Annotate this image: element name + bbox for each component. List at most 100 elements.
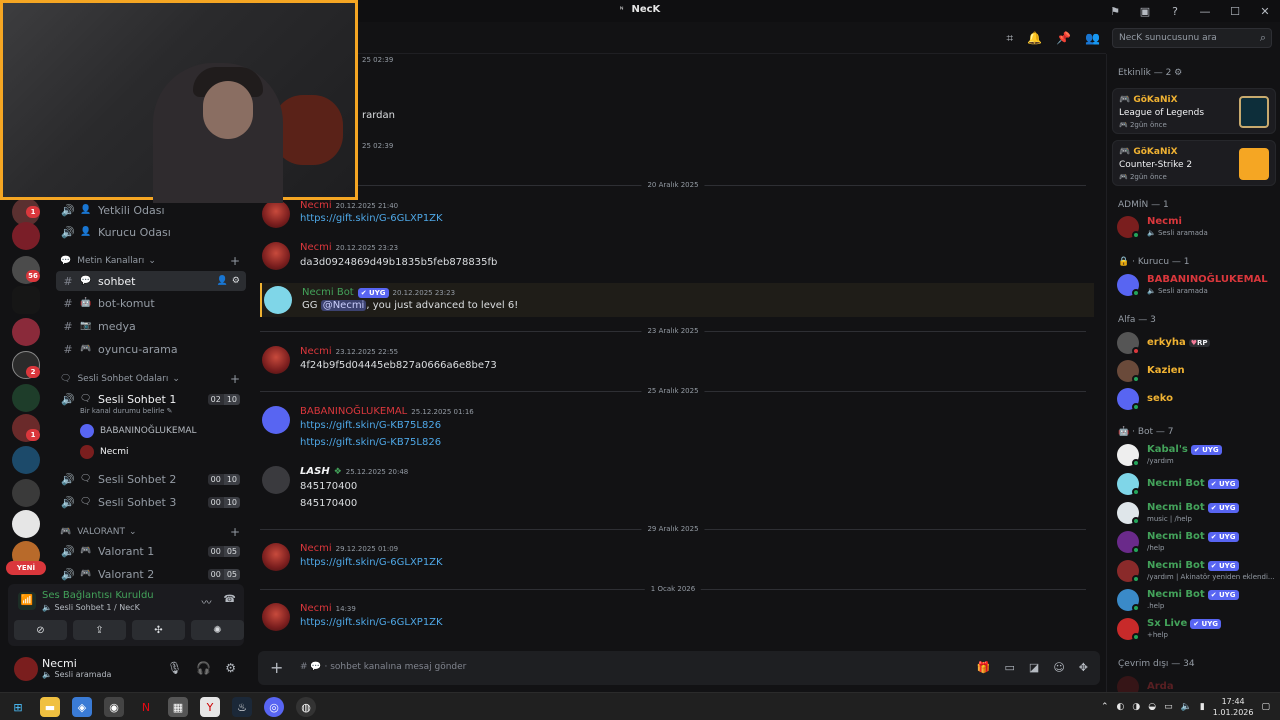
windows-start-icon[interactable]: ⊞ xyxy=(8,697,28,717)
server-icon[interactable] xyxy=(12,446,40,474)
member-item[interactable]: Necmi Bot ✔ UYG /yardım | Akinatör yenide… xyxy=(1117,560,1277,586)
steam-icon[interactable]: ♨ xyxy=(232,697,252,717)
netflix-icon[interactable]: N xyxy=(136,697,156,717)
message[interactable]: BABANINOĞLUKEMAL 25.12.2025 01:16 https:/… xyxy=(262,406,1092,452)
help-icon[interactable]: ? xyxy=(1160,0,1190,22)
copilot-icon[interactable]: ◈ xyxy=(72,697,92,717)
gear-icon[interactable]: ⚙ xyxy=(1174,68,1182,78)
channel-sesli-sohbet-3[interactable]: 🔊 🗨 Sesli Sohbet 3 00 10 xyxy=(56,492,246,512)
channel-medya[interactable]: # 📷 medya xyxy=(56,316,246,336)
member-item[interactable]: Necmi Bot ✔ UYG /help xyxy=(1117,531,1277,557)
message-author[interactable]: Necmi xyxy=(300,346,332,357)
server-icon[interactable] xyxy=(12,222,40,250)
voice-user[interactable]: BABANINOĞLUKEMAL xyxy=(80,424,197,438)
channel-status-hint[interactable]: Bir kanal durumu belirle ✎ xyxy=(80,407,173,415)
voice-status-title[interactable]: Ses Bağlantısı Kuruldu xyxy=(42,590,154,601)
member-item[interactable]: Sx Live ✔ UYG +help xyxy=(1117,618,1277,644)
category-text-channels[interactable]: 💬 Metin Kanalları ⌄ + xyxy=(60,254,246,268)
message-link[interactable]: https://gift.skin/G-6GLXP1ZK xyxy=(300,213,443,224)
channel-yetkili-odasi[interactable]: 🔊 👤 Yetkili Odası xyxy=(56,200,246,220)
pin-icon[interactable]: 📌 xyxy=(1056,31,1071,46)
avatar[interactable] xyxy=(262,346,290,374)
server-icon[interactable] xyxy=(12,479,40,507)
invite-icon[interactable]: 👤 xyxy=(217,276,228,286)
message[interactable]: LASH ❖ 25.12.2025 20:48 845170400 84517040… xyxy=(262,466,1092,512)
obs-icon[interactable]: ◍ xyxy=(296,697,316,717)
avatar[interactable] xyxy=(14,657,38,681)
headphones-icon[interactable]: 🎧 xyxy=(196,661,211,675)
member-item[interactable]: Necmi Bot ✔ UYG music | /help xyxy=(1117,502,1277,528)
notification-icon[interactable]: ▢ xyxy=(1261,702,1270,712)
server-icon[interactable] xyxy=(12,384,40,412)
tray-icon[interactable]: ◑ xyxy=(1132,702,1140,712)
message-link[interactable]: https://gift.skin/G-6GLXP1ZK xyxy=(300,557,443,568)
threads-icon[interactable]: ⌗ xyxy=(1006,31,1013,46)
add-attachment-icon[interactable]: + xyxy=(270,658,283,677)
members-icon[interactable]: 👥 xyxy=(1085,31,1100,46)
channel-valorant-2[interactable]: 🔊 🎮 Valorant 2 00 05 xyxy=(56,564,246,584)
activity-card[interactable]: 🎮 GöKaNiX Counter-Strike 2 🎮 2gün önce xyxy=(1112,140,1276,186)
member-item[interactable]: seko xyxy=(1117,388,1277,414)
microphone-icon[interactable]: 🎙 xyxy=(167,661,182,675)
avatar[interactable] xyxy=(262,406,290,434)
member-item[interactable]: Kabal's ✔ UYG /yardım xyxy=(1117,444,1277,470)
search-input[interactable]: NecK sunucusunu ara ⌕ xyxy=(1112,28,1272,48)
app-icon[interactable]: ◉ xyxy=(104,697,124,717)
gif-icon[interactable]: ▭ xyxy=(1005,661,1015,674)
minimize-icon[interactable]: — xyxy=(1190,0,1220,22)
server-icon[interactable] xyxy=(12,510,40,538)
channel-valorant-1[interactable]: 🔊 🎮 Valorant 1 00 05 xyxy=(56,541,246,561)
message-author[interactable]: Necmi xyxy=(300,242,332,253)
message[interactable]: Necmi 29.12.2025 01:09 https://gift.skin/… xyxy=(262,543,1092,571)
camera-off-button[interactable]: ⊘ xyxy=(14,620,67,640)
voice-user[interactable]: Necmi xyxy=(80,445,129,459)
volume-icon[interactable]: 🔈 xyxy=(1181,702,1192,712)
user-mention[interactable]: @Necmi xyxy=(320,300,367,311)
message[interactable]: Necmi 23.12.2025 22:55 4f24b9f5d04445eb82… xyxy=(262,346,1092,374)
message-link[interactable]: https://gift.skin/G-6GLXP1ZK xyxy=(300,617,443,628)
soundboard-button[interactable]: ✺ xyxy=(191,620,244,640)
avatar[interactable] xyxy=(262,200,290,228)
member-item[interactable]: Necmi 🔈 Sesli aramada xyxy=(1117,216,1277,242)
store-icon[interactable]: ▦ xyxy=(168,697,188,717)
user-name[interactable]: Necmi xyxy=(42,657,77,670)
apps-icon[interactable]: ✥ xyxy=(1079,661,1088,674)
member-item[interactable]: Necmi Bot ✔ UYG .help xyxy=(1117,589,1277,615)
member-item[interactable]: Kazien xyxy=(1117,360,1277,386)
tray-icon[interactable]: ◐ xyxy=(1117,702,1125,712)
channel-oyuncu-arama[interactable]: # 🎮 oyuncu-arama xyxy=(56,339,246,359)
member-item[interactable]: Necmi Bot ✔ UYG xyxy=(1117,473,1277,499)
avatar[interactable] xyxy=(262,603,290,631)
member-item[interactable]: erkyha ♥RP xyxy=(1117,332,1277,358)
member-item[interactable]: BABANINOĞLUKEMAL 🔈 Sesli aramada xyxy=(1117,274,1277,300)
message-author[interactable]: Necmi xyxy=(300,200,332,211)
chevron-up-icon[interactable]: ⌃ xyxy=(1101,702,1109,712)
gear-icon[interactable]: ⚙ xyxy=(225,661,236,675)
emoji-icon[interactable]: ☺ xyxy=(1053,661,1064,674)
channel-bot-komut[interactable]: # 🤖 bot-komut xyxy=(56,293,246,313)
message-author[interactable]: BABANINOĞLUKEMAL xyxy=(300,406,407,417)
channel-sohbet[interactable]: # 💬 sohbet 👤 ⚙ xyxy=(56,271,246,291)
channel-kurucu-odasi[interactable]: 🔊 👤 Kurucu Odası xyxy=(56,222,246,242)
soundwave-icon[interactable]: 〰 xyxy=(202,594,212,609)
avatar[interactable] xyxy=(264,286,292,314)
close-icon[interactable]: ✕ xyxy=(1250,0,1280,22)
channel-sesli-sohbet-2[interactable]: 🔊 🗨 Sesli Sohbet 2 00 10 xyxy=(56,469,246,489)
category-valorant[interactable]: 🎮 VALORANT ⌄ + xyxy=(60,525,246,539)
disconnect-icon[interactable]: ☎ xyxy=(224,594,236,609)
server-icon[interactable] xyxy=(12,318,40,346)
add-channel-icon[interactable]: + xyxy=(230,372,240,386)
channel-sesli-sohbet-1[interactable]: 🔊 🗨 Sesli Sohbet 1 02 10 xyxy=(56,389,246,409)
bell-icon[interactable]: 🔔 xyxy=(1027,31,1042,46)
category-voice-channels[interactable]: 🗨 Sesli Sohbet Odaları ⌄ + xyxy=(60,372,246,386)
gift-icon[interactable]: 🎁 xyxy=(977,661,991,674)
message-author[interactable]: Necmi xyxy=(300,603,332,614)
message[interactable]: Necmi 20.12.2025 23:23 da3d0924869d49b183… xyxy=(262,242,1092,270)
file-explorer-icon[interactable]: ▬ xyxy=(40,697,60,717)
inbox-flag-icon[interactable]: ⚑ xyxy=(1100,0,1130,22)
screen-icon[interactable]: ▣ xyxy=(1130,0,1160,22)
yandex-icon[interactable]: Y xyxy=(200,697,220,717)
discord-icon[interactable]: ◎ xyxy=(264,697,284,717)
message-highlighted[interactable]: Necmi Bot ✔ UYG 20.12.2025 23:23 GG @Necmi… xyxy=(260,283,1094,317)
clock[interactable]: 17:44 1.01.2026 xyxy=(1213,696,1254,718)
